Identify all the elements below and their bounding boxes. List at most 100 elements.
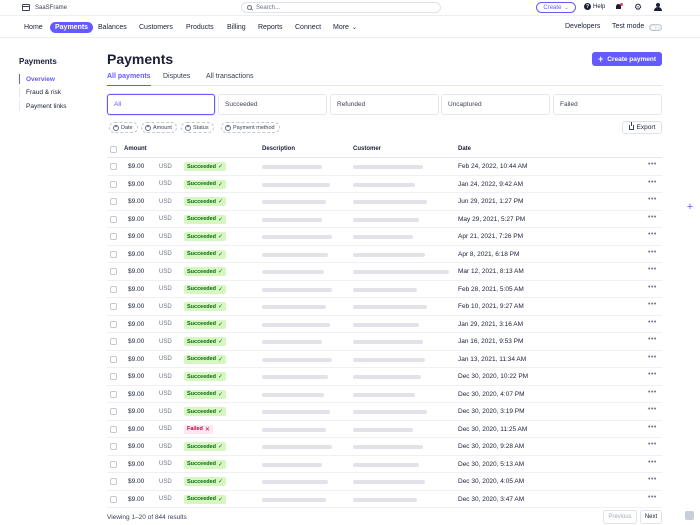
- row-checkbox[interactable]: [110, 268, 117, 275]
- table-row[interactable]: $9.00 USD Succeeded ✓ Feb 10, 2021, 9:27 AM •…: [107, 298, 662, 316]
- table-row[interactable]: $9.00 USD Succeeded ✓ Dec 30, 2020, 4:07 PM •…: [107, 386, 662, 403]
- filter-chip-amount[interactable]: + Amount: [141, 122, 177, 133]
- row-checkbox[interactable]: [110, 303, 117, 310]
- column-header-amount[interactable]: Amount: [124, 146, 147, 152]
- table-row[interactable]: $9.00 USD Succeeded ✓ Jun 29, 2021, 1:27 PM •…: [107, 193, 662, 211]
- row-checkbox[interactable]: [110, 163, 117, 170]
- more-icon[interactable]: •••: [648, 284, 657, 291]
- plus-icon[interactable]: +: [684, 201, 696, 213]
- row-checkbox[interactable]: [110, 215, 117, 223]
- row-checkbox[interactable]: [110, 443, 117, 450]
- table-row[interactable]: $9.00 USD Succeeded ✓ Dec 30, 2020, 9:28 AM •…: [107, 438, 662, 456]
- row-checkbox[interactable]: [110, 478, 117, 485]
- create-button[interactable]: Create ⌄: [536, 2, 576, 13]
- row-checkbox[interactable]: [110, 408, 117, 415]
- row-checkbox[interactable]: [110, 355, 117, 363]
- more-icon[interactable]: •••: [648, 494, 657, 501]
- table-row[interactable]: $9.00 USD Succeeded ✓ Jan 16, 2021, 9:53 PM •…: [107, 333, 662, 351]
- row-checkbox[interactable]: [110, 338, 117, 345]
- select-all-checkbox[interactable]: [110, 146, 117, 153]
- more-icon[interactable]: •••: [648, 424, 657, 431]
- filter-chip-payment-method[interactable]: + Payment method: [221, 122, 280, 133]
- more-icon[interactable]: •••: [648, 371, 657, 378]
- row-checkbox[interactable]: [110, 495, 117, 503]
- table-row[interactable]: $9.00 USD Succeeded ✓ Dec 30, 2020, 3:47 AM •…: [107, 491, 662, 508]
- filter-chip-status[interactable]: + Status: [181, 122, 214, 133]
- table-row[interactable]: $9.00 USD Succeeded ✓ Jan 24, 2022, 9:42 AM •…: [107, 176, 662, 193]
- column-header-customer[interactable]: Customer: [353, 146, 381, 152]
- row-checkbox[interactable]: [110, 285, 117, 293]
- more-icon[interactable]: •••: [648, 389, 657, 396]
- filter-card-succeeded[interactable]: Succeeded: [218, 94, 327, 115]
- more-icon[interactable]: •••: [648, 476, 657, 483]
- filter-chip-date[interactable]: + Date: [109, 122, 138, 133]
- more-icon[interactable]: •••: [648, 441, 657, 448]
- bell-icon[interactable]: [615, 3, 623, 11]
- table-row[interactable]: $9.00 USD Succeeded ✓ May 29, 2021, 5:27 PM •…: [107, 211, 662, 228]
- column-header-date[interactable]: Date: [458, 146, 471, 152]
- table-row[interactable]: $9.00 USD Succeeded ✓ Dec 30, 2020, 4:05 AM •…: [107, 473, 662, 491]
- nav-item-payments[interactable]: Payments: [50, 22, 94, 33]
- table-row[interactable]: $9.00 USD Succeeded ✓ Feb 28, 2021, 5:05 AM •…: [107, 281, 662, 298]
- previous-page-button[interactable]: Previous: [603, 510, 637, 524]
- gear-icon[interactable]: ⚙: [634, 2, 642, 12]
- table-row[interactable]: $9.00 USD Succeeded ✓ Feb 24, 2022, 10:44 AM…: [107, 158, 662, 176]
- row-checkbox[interactable]: [110, 425, 117, 433]
- row-checkbox[interactable]: [110, 390, 117, 398]
- more-icon[interactable]: •••: [648, 179, 657, 186]
- more-icon[interactable]: •••: [648, 249, 657, 256]
- filter-card-uncaptured[interactable]: Uncaptured: [441, 94, 550, 115]
- tab-disputes[interactable]: Disputes: [163, 73, 190, 80]
- export-button[interactable]: Export: [622, 121, 662, 134]
- nav-item-home[interactable]: Home: [24, 22, 43, 33]
- sidebar-item-overview[interactable]: Overview: [19, 74, 55, 84]
- nav-item-customers[interactable]: Customers: [139, 22, 173, 33]
- table-row[interactable]: $9.00 USD Succeeded ✓ Mar 12, 2021, 8:13 AM •…: [107, 263, 662, 281]
- more-icon[interactable]: •••: [648, 196, 657, 203]
- more-icon[interactable]: •••: [648, 459, 657, 466]
- more-icon[interactable]: •••: [648, 266, 657, 273]
- more-icon[interactable]: •••: [648, 231, 657, 238]
- create-payment-button[interactable]: + Create payment: [592, 52, 662, 66]
- table-row[interactable]: $9.00 USD Succeeded ✓ Dec 30, 2020, 5:13 AM •…: [107, 456, 662, 473]
- sidebar-item-fraud-risk[interactable]: Fraud & risk: [19, 87, 61, 97]
- nav-item-more[interactable]: More ⌄: [333, 22, 357, 33]
- tab-all-transactions[interactable]: All transactions: [206, 73, 253, 80]
- more-icon[interactable]: •••: [648, 354, 657, 361]
- more-icon[interactable]: •••: [648, 161, 657, 168]
- user-icon[interactable]: [654, 3, 662, 11]
- more-icon[interactable]: •••: [648, 406, 657, 413]
- next-page-button[interactable]: Next: [640, 510, 662, 524]
- table-row[interactable]: $9.00 USD Succeeded ✓ Apr 21, 2021, 7:26 PM •…: [107, 228, 662, 246]
- table-row[interactable]: $9.00 USD Failed ✕ Dec 30, 2020, 11:25 AM •••: [107, 421, 662, 438]
- nav-item-products[interactable]: Products: [186, 22, 214, 33]
- row-checkbox[interactable]: [110, 233, 117, 240]
- test-mode-toggle[interactable]: [649, 24, 662, 31]
- table-row[interactable]: $9.00 USD Succeeded ✓ Apr 8, 2021, 6:18 PM ••…: [107, 246, 662, 263]
- row-checkbox[interactable]: [110, 180, 117, 188]
- row-checkbox[interactable]: [110, 198, 117, 205]
- sidebar-item-payment-links[interactable]: Payment links: [19, 101, 66, 111]
- nav-item-connect[interactable]: Connect: [295, 22, 321, 33]
- more-icon[interactable]: •••: [648, 301, 657, 308]
- table-row[interactable]: $9.00 USD Succeeded ✓ Dec 30, 2020, 3:19 PM •…: [107, 403, 662, 421]
- more-icon[interactable]: •••: [648, 319, 657, 326]
- developers-link[interactable]: Developers: [565, 23, 600, 30]
- help-button[interactable]: ? Help: [584, 3, 605, 10]
- table-row[interactable]: $9.00 USD Succeeded ✓ Jan 13, 2021, 11:34 AM…: [107, 351, 662, 368]
- more-icon[interactable]: •••: [648, 214, 657, 221]
- row-checkbox[interactable]: [110, 320, 117, 328]
- nav-item-balances[interactable]: Balances: [98, 22, 127, 33]
- filter-card-refunded[interactable]: Refunded: [330, 94, 439, 115]
- table-row[interactable]: $9.00 USD Succeeded ✓ Dec 30, 2020, 10:22 PM…: [107, 368, 662, 386]
- filter-card-all[interactable]: All: [107, 94, 215, 115]
- table-row[interactable]: $9.00 USD Succeeded ✓ Jan 29, 2021, 3:16 AM •…: [107, 316, 662, 333]
- tab-all-payments[interactable]: All payments: [107, 73, 151, 80]
- row-checkbox[interactable]: [110, 373, 117, 380]
- row-checkbox[interactable]: [110, 250, 117, 258]
- brand[interactable]: SaaSFrame: [22, 4, 67, 11]
- more-icon[interactable]: •••: [648, 336, 657, 343]
- row-checkbox[interactable]: [110, 460, 117, 468]
- search-input[interactable]: Search...: [241, 2, 441, 13]
- filter-card-failed[interactable]: Failed: [553, 94, 662, 115]
